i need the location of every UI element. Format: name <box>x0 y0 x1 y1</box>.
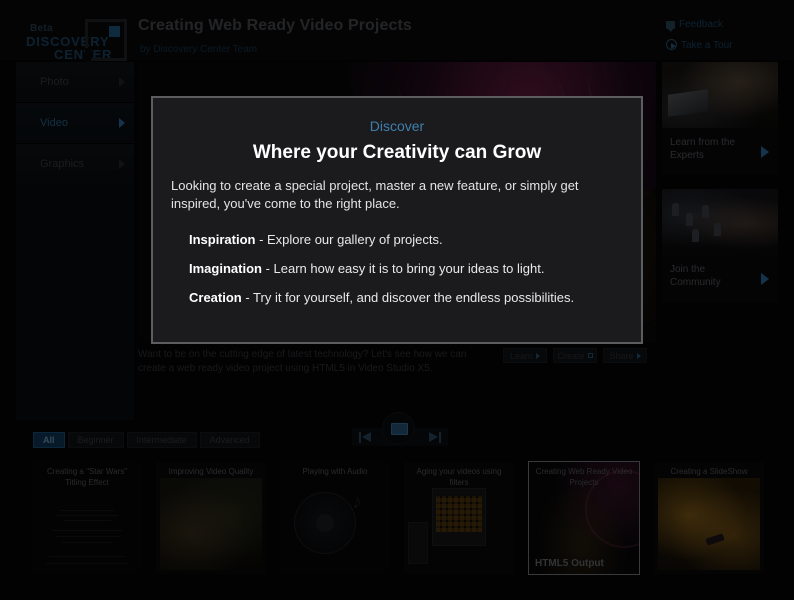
discovery-center-app: Beta DISCOVERY CENTER Creating Web Ready… <box>0 0 794 600</box>
modal-body-text: Looking to create a special project, mas… <box>171 178 579 211</box>
list-item: Inspiration - Explore our gallery of pro… <box>189 231 641 249</box>
list-item-text: - Explore our gallery of projects. <box>255 232 443 247</box>
list-item-term: Imagination <box>189 261 262 276</box>
discover-modal: Discover Where your Creativity can Grow … <box>151 96 643 344</box>
list-item: Creation - Try it for yourself, and disc… <box>189 289 641 307</box>
modal-title: Where your Creativity can Grow <box>252 142 542 163</box>
list-item-term: Creation <box>189 290 242 305</box>
list-item-text: - Try it for yourself, and discover the … <box>241 290 575 305</box>
list-item: Imagination - Learn how easy it is to br… <box>189 260 641 278</box>
modal-eyebrow: Discover <box>369 118 425 134</box>
modal-feature-list: Inspiration - Explore our gallery of pro… <box>189 231 641 307</box>
list-item-term: Inspiration <box>189 232 256 247</box>
list-item-text: - Learn how easy it is to bring your ide… <box>261 261 545 276</box>
